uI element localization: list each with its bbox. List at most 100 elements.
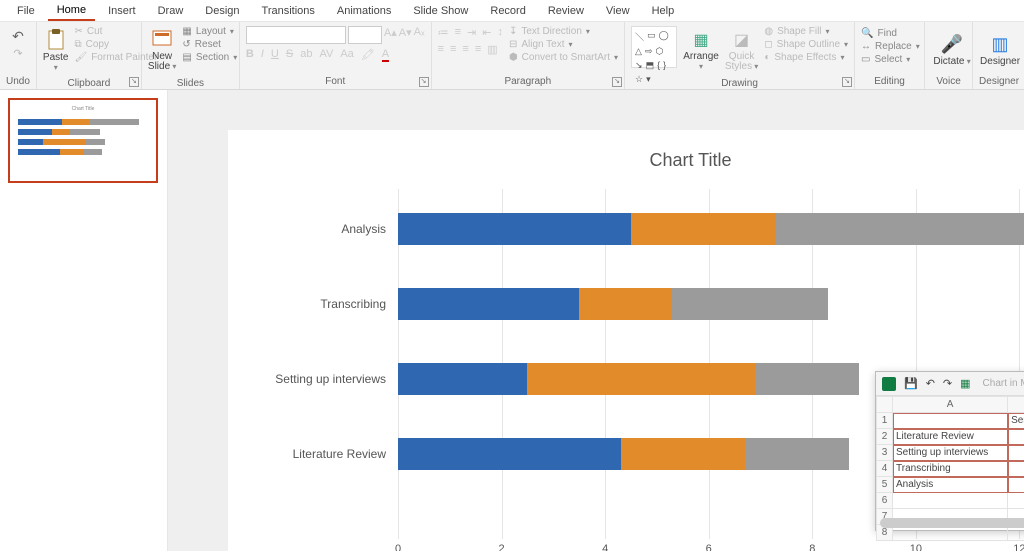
- font-family-select[interactable]: [246, 26, 346, 44]
- sheet-redo-icon[interactable]: ↷: [943, 377, 952, 390]
- tab-draw[interactable]: Draw: [149, 2, 193, 20]
- decrease-indent-button[interactable]: ⇤: [482, 26, 491, 39]
- tab-help[interactable]: Help: [643, 2, 684, 20]
- sheet-chart-icon[interactable]: ▦: [960, 377, 970, 390]
- cell[interactable]: [893, 413, 1008, 429]
- align-left-button[interactable]: ≡: [438, 43, 444, 56]
- shape-outline-button[interactable]: ◻Shape Outline: [764, 39, 848, 50]
- tab-review[interactable]: Review: [539, 2, 593, 20]
- bar-segment-series-3[interactable]: [745, 438, 849, 470]
- align-right-button[interactable]: ≡: [462, 43, 468, 56]
- row-header[interactable]: 3: [877, 445, 893, 461]
- bullets-button[interactable]: ≔: [438, 26, 449, 39]
- clipboard-dialog-launcher[interactable]: ↘: [129, 77, 139, 87]
- tab-home[interactable]: Home: [48, 1, 95, 21]
- replace-button[interactable]: ↔Replace: [861, 41, 918, 52]
- tab-slide-show[interactable]: Slide Show: [404, 2, 477, 20]
- highlight-button[interactable]: 🖍: [361, 48, 375, 62]
- font-size-select[interactable]: [348, 26, 382, 44]
- find-button[interactable]: 🔍Find: [861, 28, 918, 39]
- shape-effects-button[interactable]: ◐Shape Effects: [764, 52, 848, 63]
- bar-segment-series-1[interactable]: [398, 438, 621, 470]
- row-header[interactable]: 5: [877, 477, 893, 493]
- align-center-button[interactable]: ≡: [450, 43, 456, 56]
- col-header[interactable]: A: [893, 397, 1008, 413]
- line-spacing-button[interactable]: ↕: [497, 26, 503, 39]
- sheet-horizontal-scrollbar[interactable]: [880, 518, 1024, 528]
- bar-segment-series-1[interactable]: [398, 288, 579, 320]
- cell[interactable]: Transcribing: [893, 461, 1008, 477]
- bar-segment-series-3[interactable]: [755, 363, 859, 395]
- cell[interactable]: 3,5: [1008, 461, 1024, 477]
- sheet-undo-icon[interactable]: ↶: [926, 377, 935, 390]
- strike-button[interactable]: S: [286, 48, 293, 62]
- underline-button[interactable]: U: [271, 48, 279, 62]
- col-header[interactable]: B: [1008, 397, 1024, 413]
- tab-record[interactable]: Record: [481, 2, 534, 20]
- row-header[interactable]: 6: [877, 493, 893, 509]
- cell[interactable]: Analysis: [893, 477, 1008, 493]
- cell[interactable]: Series 1: [1008, 413, 1024, 429]
- new-slide-button[interactable]: New Slide: [148, 26, 177, 76]
- bar-segment-series-2[interactable]: [631, 213, 776, 245]
- chart-title[interactable]: Chart Title: [258, 150, 1024, 171]
- bold-button[interactable]: B: [246, 48, 254, 62]
- bar-segment-series-1[interactable]: [398, 363, 527, 395]
- case-button[interactable]: Aa: [340, 48, 353, 62]
- clear-format-icon[interactable]: Aₓ: [414, 26, 425, 44]
- shadow-button[interactable]: ab: [300, 48, 312, 62]
- drawing-dialog-launcher[interactable]: ↘: [842, 77, 852, 87]
- columns-button[interactable]: ▥: [487, 43, 497, 56]
- row-header[interactable]: 2: [877, 429, 893, 445]
- undo-icon[interactable]: ↶: [12, 28, 24, 45]
- dictate-button[interactable]: 🎤 Dictate: [931, 26, 973, 74]
- justify-button[interactable]: ≡: [475, 43, 481, 56]
- tab-animations[interactable]: Animations: [328, 2, 400, 20]
- tab-file[interactable]: File: [8, 2, 44, 20]
- bar-segment-series-3[interactable]: [776, 213, 1024, 245]
- tab-view[interactable]: View: [597, 2, 639, 20]
- cell[interactable]: 2,5: [1008, 445, 1024, 461]
- tab-transitions[interactable]: Transitions: [253, 2, 324, 20]
- select-button[interactable]: ▭Select: [861, 54, 918, 65]
- designer-button[interactable]: ▥ Designer: [979, 26, 1021, 74]
- numbering-button[interactable]: ≡: [455, 26, 461, 39]
- italic-button[interactable]: I: [261, 48, 264, 62]
- paragraph-dialog-launcher[interactable]: ↘: [612, 77, 622, 87]
- paste-button[interactable]: Paste: [43, 26, 69, 76]
- increase-font-icon[interactable]: A▴: [384, 26, 397, 44]
- tab-insert[interactable]: Insert: [99, 2, 145, 20]
- smartart-button[interactable]: ⬢Convert to SmartArt: [509, 52, 618, 63]
- list-level-button[interactable]: ⇥: [467, 26, 476, 39]
- cell[interactable]: Setting up interviews: [893, 445, 1008, 461]
- row-header[interactable]: 4: [877, 461, 893, 477]
- sheet-scroll-thumb[interactable]: [880, 518, 1024, 528]
- chart-data-sheet-window[interactable]: 💾 ↶ ↷ ▦ Chart in Microsoft PowerPoint AB…: [875, 371, 1024, 531]
- layout-button[interactable]: ▦Layout: [182, 26, 237, 37]
- redo-icon[interactable]: ↷: [13, 47, 22, 60]
- slide-thumbnail-1[interactable]: Chart Title: [8, 98, 158, 183]
- arrange-button[interactable]: ▦ Arrange: [683, 26, 719, 76]
- bar-segment-series-2[interactable]: [621, 438, 745, 470]
- bar-segment-series-3[interactable]: [672, 288, 827, 320]
- shapes-gallery[interactable]: ＼▭◯△⇨⬡ ↘⬒{}☆▾: [631, 26, 677, 68]
- row-header[interactable]: 1: [877, 413, 893, 429]
- section-button[interactable]: ▤Section: [182, 52, 237, 63]
- align-text-button[interactable]: ⊟Align Text: [509, 39, 618, 50]
- text-direction-button[interactable]: ↧Text Direction: [509, 26, 618, 37]
- shape-fill-button[interactable]: ◍Shape Fill: [764, 26, 848, 37]
- bar-segment-series-2[interactable]: [579, 288, 672, 320]
- bar-segment-series-2[interactable]: [527, 363, 755, 395]
- cell[interactable]: Literature Review: [893, 429, 1008, 445]
- cell[interactable]: [1008, 493, 1024, 509]
- cell[interactable]: [893, 493, 1008, 509]
- char-spacing-button[interactable]: AV: [319, 48, 333, 62]
- bar-segment-series-1[interactable]: [398, 213, 631, 245]
- tab-design[interactable]: Design: [196, 2, 248, 20]
- cell[interactable]: 4,5: [1008, 477, 1024, 493]
- sheet-save-icon[interactable]: 💾: [904, 377, 918, 390]
- quick-styles-button[interactable]: ◪ Quick Styles: [725, 26, 758, 76]
- font-color-button[interactable]: A: [382, 48, 389, 62]
- reset-button[interactable]: ↺Reset: [182, 39, 237, 50]
- slide-canvas[interactable]: Chart Title 02468101214 AnalysisTranscri…: [168, 90, 1024, 551]
